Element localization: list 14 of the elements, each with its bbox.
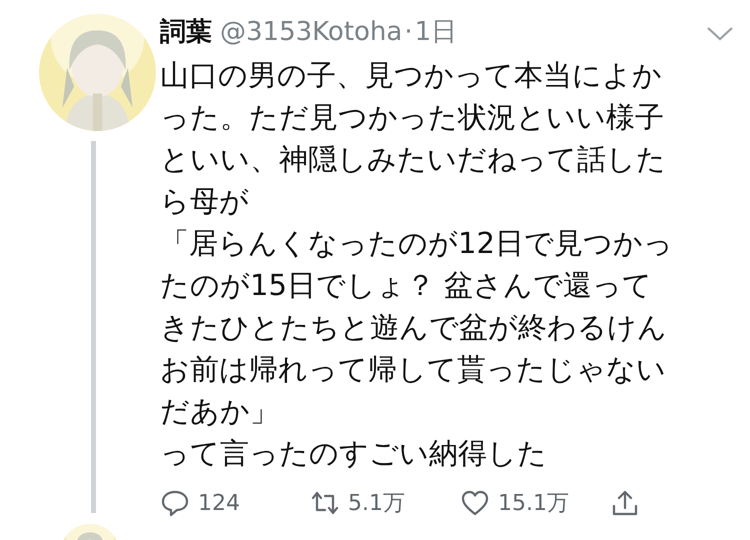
speech-bubble-icon <box>160 488 190 518</box>
tweet-text: って言ったのすごい納得した <box>160 435 548 472</box>
timestamp: 1日 <box>414 16 458 49</box>
separator: · <box>404 17 413 47</box>
display-name: 詞葉 <box>160 16 212 49</box>
tweet-text: 「居らんくなったのが12日で見つかったのが15日でしょ？ 盆さんで還ってきたひとたちと遊んで盆が終わるけんお前は帰れって帰して貰ったじゃないだあか」 <box>160 225 674 430</box>
heart-icon <box>460 488 490 518</box>
tweet-text: 山口の男の子、見つかって本当によかった。ただ見つかった状況といい様子といい、神隠しみたいだねって話したら母が <box>160 57 667 220</box>
chevron-icon[interactable] <box>706 26 734 42</box>
user-handle: @3153Kotoha <box>220 17 402 47</box>
share-icon <box>610 488 640 518</box>
retweet-button[interactable]: 5.1万 <box>310 488 460 518</box>
like-button[interactable]: 15.1万 <box>460 488 610 518</box>
reply-button[interactable]: 124 <box>160 488 310 518</box>
